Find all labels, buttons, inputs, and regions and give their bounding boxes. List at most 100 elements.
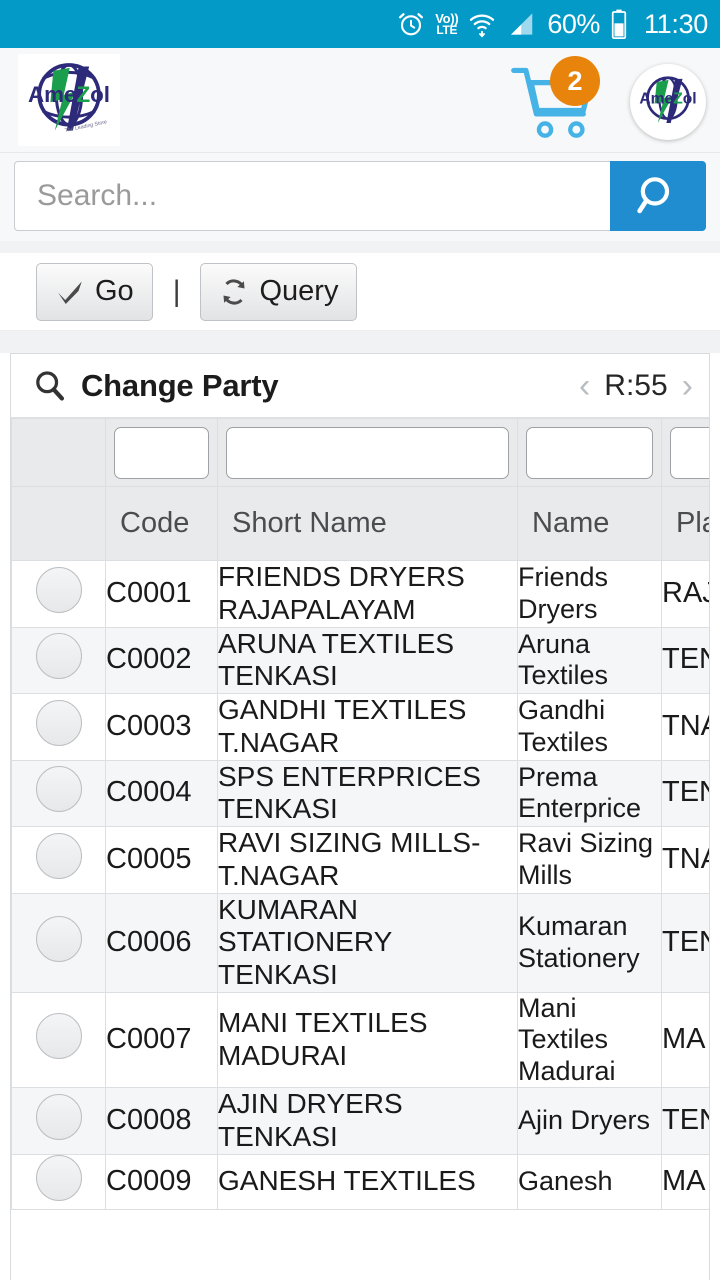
row-cell-short-name: SPS ENTERPRICES TENKASI	[217, 759, 518, 827]
app-logo[interactable]: AmeZol The Leading Store	[18, 54, 120, 146]
row-cell-code: C0003	[105, 693, 218, 761]
row-cell-short-name: RAVI SIZING MILLS- T.NAGAR	[217, 826, 518, 894]
row-cell-code: C0004	[105, 759, 218, 827]
amezol-avatar-icon: AmeZol	[639, 76, 697, 123]
row-radio-button[interactable]	[35, 1013, 82, 1060]
row-radio-button[interactable]	[35, 1094, 82, 1141]
table-row[interactable]: C0004 SPS ENTERPRICES TENKASI Prema Enterp…	[11, 759, 709, 827]
row-cell-name: Gandhi Textiles	[517, 693, 662, 761]
column-header-name[interactable]: Name	[517, 486, 662, 561]
panel-top-gap	[0, 331, 720, 353]
column-header-row: Code Short Name Name Place	[11, 486, 709, 561]
battery-percent-label: 60%	[547, 8, 600, 39]
row-select-cell[interactable]	[11, 560, 106, 628]
alarm-clock-icon	[399, 13, 424, 36]
row-select-cell[interactable]	[11, 1087, 106, 1155]
row-cell-place: TNA	[661, 693, 709, 761]
table-row[interactable]: C0008AJIN DRYERS TENKASIAjin DryersTEN	[11, 1087, 709, 1155]
change-party-panel: Change Party ‹ R:55 › Code Short Name Na…	[10, 353, 710, 1280]
row-radio-button[interactable]	[35, 699, 82, 746]
table-row[interactable]: C0009 GANESH TEXTILES Ganesh MA	[11, 1153, 709, 1210]
row-cell-name: Kumaran Stationery	[517, 892, 662, 993]
amezol-logo-icon: AmeZol The Leading Store	[28, 63, 110, 134]
table-row[interactable]: C0001 FRIENDS DRYERS RAJAPALAYAM Friends D…	[11, 560, 709, 628]
row-cell-short-name: KUMARAN STATIONERY TENKASI	[217, 892, 518, 993]
search-input[interactable]	[14, 161, 610, 231]
row-radio-button[interactable]	[35, 832, 82, 879]
cellular-signal-icon	[511, 13, 533, 35]
row-cell-name: Friends Dryers	[517, 560, 662, 628]
row-cell-short-name: FRIENDS DRYERS RAJAPALAYAM	[217, 560, 518, 628]
search-bar	[0, 153, 720, 241]
party-table: Code Short Name Name Place C0001FRIENDS …	[11, 418, 709, 1210]
next-record-button[interactable]: ›	[682, 369, 693, 403]
filter-input-place[interactable]	[670, 426, 709, 479]
row-cell-place: TEN	[661, 1087, 709, 1155]
go-button[interactable]: Go	[36, 262, 153, 321]
status-bar-icons: Vo)) LTE 60% 11:30	[396, 8, 708, 40]
row-cell-name: Mani Textiles Madurai	[517, 991, 662, 1089]
avatar[interactable]: AmeZol	[630, 64, 706, 140]
row-cell-short-name: GANDHI TEXTILES T.NAGAR	[217, 693, 518, 761]
row-radio-button[interactable]	[35, 1154, 82, 1201]
record-count-label: R:55	[604, 368, 668, 402]
row-cell-place: RAJ	[661, 560, 709, 628]
query-button[interactable]: Query	[200, 262, 358, 321]
table-row[interactable]: C0005 RAVI SIZING MILLS- T.NAGAR Ravi Sizi…	[11, 826, 709, 894]
column-header-select	[11, 486, 106, 561]
row-radio-button[interactable]	[35, 566, 82, 613]
row-select-cell[interactable]	[11, 759, 106, 827]
refresh-icon	[223, 278, 245, 305]
wifi-icon	[470, 14, 495, 38]
row-radio-button[interactable]	[35, 915, 82, 962]
row-select-cell[interactable]	[11, 626, 106, 694]
row-cell-place: TNA	[661, 826, 709, 894]
row-cell-code: C0008	[105, 1087, 218, 1155]
row-cell-name: Prema Enterprice	[517, 759, 662, 827]
filter-input-code[interactable]	[114, 426, 209, 479]
row-select-cell[interactable]	[11, 892, 106, 993]
row-cell-short-name: ARUNA TEXTILES TENKASI	[217, 626, 518, 694]
cart-button[interactable]: 2	[506, 56, 602, 144]
filter-input-name[interactable]	[526, 426, 653, 479]
page-title: Change Party	[81, 367, 279, 403]
column-header-short-name[interactable]: Short Name	[217, 486, 518, 561]
filter-cell-select	[11, 418, 106, 487]
table-row[interactable]: C0002 ARUNA TEXTILES TENKASI Aruna Textile…	[11, 626, 709, 694]
toolbar-separator: |	[172, 274, 181, 308]
volte-bottom-label: LTE	[436, 22, 458, 37]
app-header: AmeZol The Leading Store 2 AmeZol	[0, 48, 720, 153]
prev-record-button[interactable]: ‹	[579, 369, 590, 403]
filter-input-short-name[interactable]	[226, 426, 509, 479]
search-submit-button[interactable]	[610, 161, 706, 231]
record-pager: ‹ R:55 ›	[579, 369, 693, 403]
column-header-place[interactable]: Place	[661, 486, 709, 561]
row-select-cell[interactable]	[11, 991, 106, 1089]
go-button-label: Go	[95, 275, 134, 307]
search-icon	[637, 177, 670, 214]
row-cell-name: Ganesh	[517, 1153, 662, 1210]
query-button-label: Query	[259, 275, 339, 307]
table-row[interactable]: C0007 MANI TEXTILES MADURAI Mani Textiles …	[11, 991, 709, 1089]
row-cell-place: TEN	[661, 892, 709, 993]
row-cell-place: MA	[661, 1153, 709, 1210]
row-cell-code: C0001	[105, 560, 218, 628]
row-select-cell[interactable]	[11, 1153, 106, 1210]
action-toolbar: Go | Query	[0, 253, 720, 331]
row-cell-name: Ravi Sizing Mills	[517, 826, 662, 894]
search-icon	[36, 370, 65, 401]
row-radio-button[interactable]	[35, 766, 82, 813]
row-cell-code: C0006	[105, 892, 218, 993]
svg-text:AmeZol: AmeZol	[28, 82, 110, 107]
filter-cell-short-name	[217, 418, 518, 487]
toolbar-top-gap	[0, 241, 720, 253]
table-row[interactable]: C0006 KUMARAN STATIONERY TENKASI Kumaran S…	[11, 892, 709, 993]
party-table-body: C0001 FRIENDS DRYERS RAJAPALAYAM Friends D…	[11, 560, 709, 1210]
column-header-code[interactable]: Code	[105, 486, 218, 561]
row-select-cell[interactable]	[11, 693, 106, 761]
cart-badge-count: 2	[550, 56, 600, 106]
row-select-cell[interactable]	[11, 826, 106, 894]
row-cell-place: TEN	[661, 626, 709, 694]
table-row[interactable]: C0003 GANDHI TEXTILES T.NAGAR Gandhi Texti…	[11, 693, 709, 761]
row-radio-button[interactable]	[35, 633, 82, 680]
